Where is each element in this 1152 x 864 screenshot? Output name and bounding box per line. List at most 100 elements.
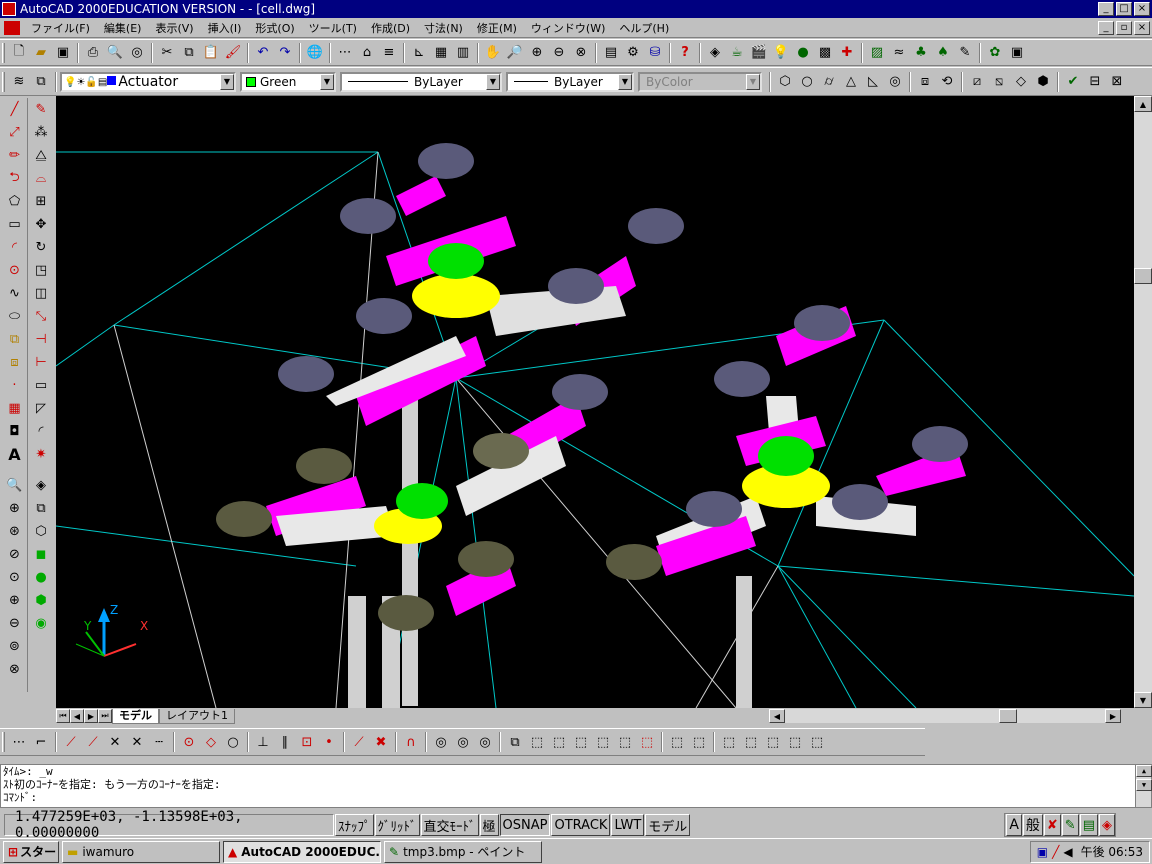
line-icon[interactable]: ╱ <box>3 98 27 121</box>
zoom-center-icon[interactable]: ⊙ <box>3 566 27 589</box>
solid-move-faces-icon[interactable]: ⬚ <box>740 731 762 753</box>
zoom-previous-icon[interactable]: ⊖ <box>548 42 570 64</box>
render-icon[interactable]: ☕ <box>726 42 748 64</box>
zoom-in-icon[interactable]: ⊕ <box>3 589 27 612</box>
tab-next-icon[interactable]: ▶ <box>84 709 98 723</box>
paste-icon[interactable]: 📋 <box>200 42 222 64</box>
move-icon[interactable]: ✥ <box>29 213 53 236</box>
layers-icon[interactable]: ≋ <box>8 71 30 93</box>
interference-icon[interactable]: ◇ <box>1010 71 1032 93</box>
task-autocad[interactable]: ▲ AutoCAD 2000EDUC... <box>223 840 381 863</box>
wedge-icon[interactable]: ◺ <box>862 71 884 93</box>
tray-network-icon[interactable]: ▣ <box>1037 845 1048 859</box>
snap-midpoint-icon[interactable]: ⟋ <box>82 731 104 753</box>
ime-mode-button[interactable]: A <box>1006 814 1022 836</box>
mapping-icon[interactable]: ✚ <box>836 42 858 64</box>
snap-parallel-icon[interactable]: ∥ <box>274 731 296 753</box>
hyperlink-icon[interactable]: 🌐 <box>304 42 326 64</box>
menu-dimension[interactable]: 寸法(N) <box>417 20 470 36</box>
horizontal-scrollbar[interactable]: ◀ ▶ <box>769 709 1121 723</box>
hscroll-thumb[interactable] <box>999 709 1017 723</box>
snap-intersection-icon[interactable]: ✕ <box>104 731 126 753</box>
polar-toggle[interactable]: 極 <box>479 814 499 836</box>
landscape-new-icon[interactable]: ♣ <box>910 42 932 64</box>
snap-node-icon[interactable]: • <box>318 731 340 753</box>
subtract-icon[interactable]: ⊟ <box>1084 71 1106 93</box>
ime-conversion-button[interactable]: 般 <box>1022 814 1043 836</box>
menu-tools[interactable]: ツール(T) <box>302 20 364 36</box>
menu-draw[interactable]: 作成(D) <box>364 20 417 36</box>
scale-icon[interactable]: ◳ <box>29 259 53 282</box>
mirror-icon[interactable]: ⧋ <box>29 144 53 167</box>
dbconnect-icon[interactable]: ⛁ <box>644 42 666 64</box>
ucs-icon[interactable]: ⊾ <box>408 42 430 64</box>
snap-perpendicular-icon[interactable]: ⊥ <box>252 731 274 753</box>
polyline-icon[interactable]: ✏ <box>3 144 27 167</box>
insert-block-icon[interactable]: ⧉ <box>3 328 27 351</box>
stretch-icon[interactable]: ◫ <box>29 282 53 305</box>
snap-nearest-icon[interactable]: ⟋ <box>348 731 370 753</box>
open-folder-icon[interactable]: ▰ <box>30 42 52 64</box>
revolve-icon[interactable]: ⟲ <box>936 71 958 93</box>
dome-icon[interactable]: ◎ <box>452 731 474 753</box>
osnap-toggle[interactable]: OSNAP <box>499 814 551 836</box>
landscape-edit-icon[interactable]: ♠ <box>932 42 954 64</box>
zoom-out-icon[interactable]: ⊖ <box>3 612 27 635</box>
hide-icon[interactable]: ◈ <box>29 474 53 497</box>
trim-icon[interactable]: ⊣ <box>29 328 53 351</box>
setup-drawing-icon[interactable]: ⬢ <box>1032 71 1054 93</box>
spline-icon[interactable]: ∿ <box>3 282 27 305</box>
start-button[interactable]: ⊞ スタート <box>3 840 59 863</box>
ime-tools-icon[interactable]: ✎ <box>1061 814 1079 836</box>
snap-from-icon[interactable]: ⌐ <box>30 731 52 753</box>
make-current-layer-icon[interactable]: ⧉ <box>30 71 52 93</box>
offset-icon[interactable]: ⌓ <box>29 167 53 190</box>
coordinate-readout[interactable]: 1.477259E+03, -1.13598E+03, 0.00000000 <box>4 809 334 841</box>
scroll-left-icon[interactable]: ◀ <box>769 709 785 723</box>
polyline-arc-icon[interactable]: ⮌ <box>3 167 27 190</box>
3d-mesh-icon[interactable]: ⬚ <box>548 731 570 753</box>
toolbar-grip[interactable] <box>2 42 5 63</box>
redo-icon[interactable]: ↷ <box>274 42 296 64</box>
ime-help-icon[interactable]: ◈ <box>1099 814 1115 836</box>
union-icon[interactable]: ✔ <box>1062 71 1084 93</box>
command-window[interactable]: ﾀｲﾑ>: _w ｽﾄ初のｺｰﾅｰを指定: もう一方のｺｰﾅｰを指定: ｺﾏﾝﾄ… <box>0 764 1152 808</box>
render-hide-icon[interactable]: ◈ <box>704 42 726 64</box>
zoom-window-icon[interactable]: ⊕ <box>3 497 27 520</box>
menu-help[interactable]: ヘルプ(H) <box>612 20 676 36</box>
explode-icon[interactable]: ✷ <box>29 443 53 466</box>
torus-wire-icon[interactable]: ◎ <box>474 731 496 753</box>
sphere-wire-icon[interactable]: ◎ <box>430 731 452 753</box>
hatch-icon[interactable]: ▦ <box>3 397 27 420</box>
tab-last-icon[interactable]: ⏭ <box>98 709 112 723</box>
fillet-icon[interactable]: ◜ <box>29 420 53 443</box>
materials-icon[interactable]: ● <box>792 42 814 64</box>
green-orbit-icon[interactable]: ◉ <box>29 612 53 635</box>
green-box-icon[interactable]: ◼ <box>29 543 53 566</box>
command-scrollbar[interactable]: ▲ ▼ <box>1135 765 1152 807</box>
color-dropdown[interactable]: Green ▼ <box>240 71 336 92</box>
vertical-scrollbar[interactable]: ▲ ▼ <box>1134 96 1152 708</box>
3d-revolved-icon[interactable]: ⬚ <box>570 731 592 753</box>
slice-icon[interactable]: ⧄ <box>966 71 988 93</box>
snap-tangent-icon[interactable]: ○ <box>222 731 244 753</box>
lengthen-icon[interactable]: ⤡ <box>29 305 53 328</box>
document-icon[interactable] <box>4 20 20 35</box>
undo-icon[interactable]: ↶ <box>252 42 274 64</box>
green-solid-icon[interactable]: ⬢ <box>29 589 53 612</box>
menu-modify[interactable]: 修正(M) <box>470 20 524 36</box>
scroll-thumb[interactable] <box>1134 268 1152 284</box>
zoom-realtime-icon[interactable]: 🔎 <box>504 42 526 64</box>
tab-layout1[interactable]: レイアウト1 <box>159 708 235 724</box>
polygon-icon[interactable]: ⬠ <box>3 190 27 213</box>
copy-object-icon[interactable]: ⁂ <box>29 121 53 144</box>
task-paint[interactable]: ✎ tmp3.bmp - ペイント <box>384 840 542 863</box>
linetype-dropdown[interactable]: ByLayer ▼ <box>340 71 502 92</box>
temporary-tracking-icon[interactable]: ⋯ <box>8 731 30 753</box>
snap-endpoint-icon[interactable]: ⟋ <box>60 731 82 753</box>
extrude-icon[interactable]: ⧈ <box>914 71 936 93</box>
scroll-right-icon[interactable]: ▶ <box>1105 709 1121 723</box>
toolbar-grip[interactable] <box>2 71 5 92</box>
extend-icon[interactable]: ⊢ <box>29 351 53 374</box>
point-icon[interactable]: · <box>3 374 27 397</box>
